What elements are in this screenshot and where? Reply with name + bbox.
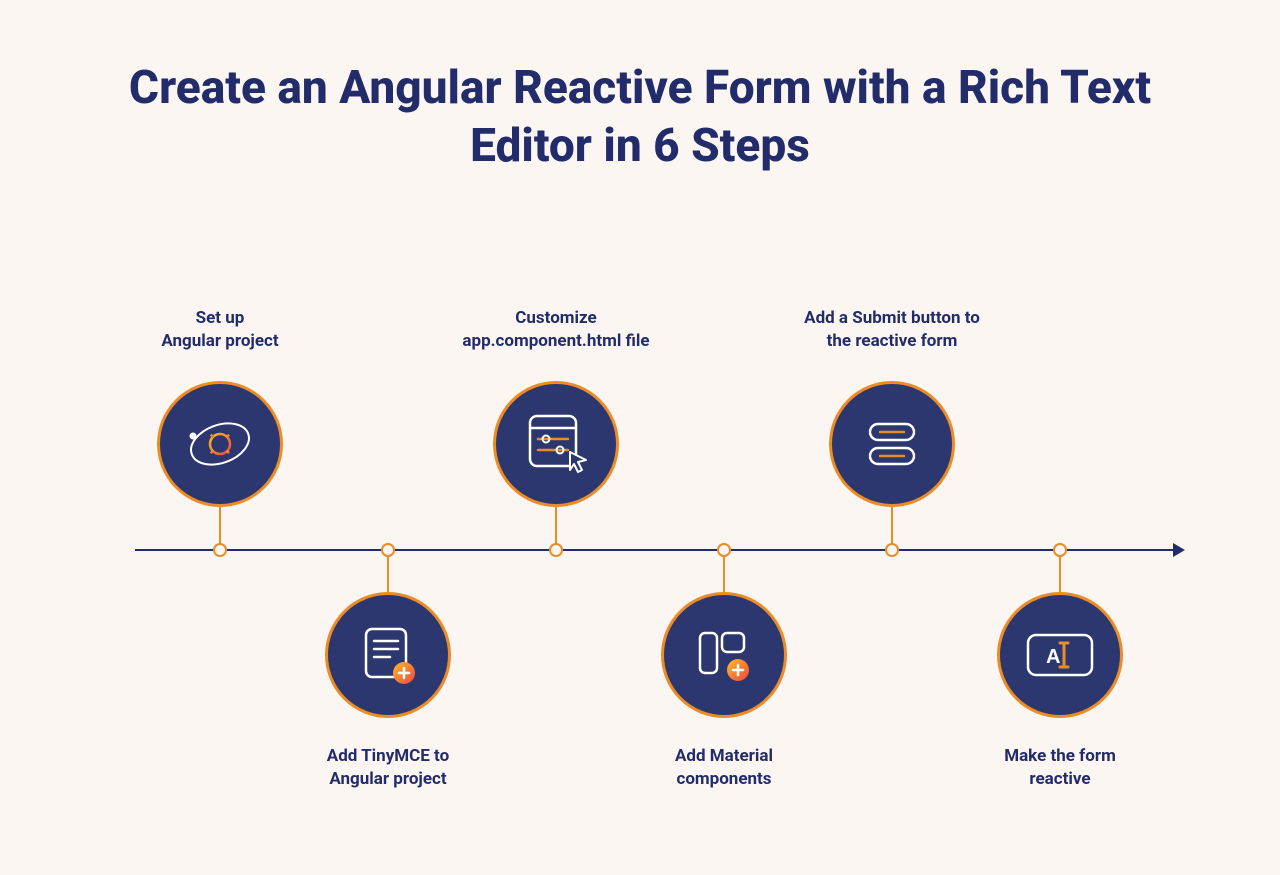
timeline-dot [213,543,227,557]
step-node-2 [325,592,451,718]
timeline-connector [723,555,725,593]
step-label-6: Make the formreactive [945,745,1175,791]
timeline-connector [1059,555,1061,593]
timeline-connector [555,507,557,545]
timeline-arrow-icon [1173,543,1185,557]
step-node-6: A [997,592,1123,718]
timeline-connector [891,507,893,545]
timeline-connector [219,507,221,545]
components-plus-icon [688,619,760,691]
step-node-3 [493,381,619,507]
step-node-4 [661,592,787,718]
step-label-4: Add Materialcomponents [609,745,839,791]
timeline-dot [549,543,563,557]
step-label-1: Set upAngular project [105,307,335,353]
buttons-icon [854,406,930,482]
step-label-5: Add a Submit button tothe reactive form [777,307,1007,353]
step-label-3: Customizeapp.component.html file [441,307,671,353]
timeline-dot [885,543,899,557]
timeline-connector [387,555,389,593]
settings-cursor-icon [518,406,594,482]
step-node-5 [829,381,955,507]
timeline: Set upAngular project Add TinyMCE toAngu… [0,0,1280,875]
gear-orbit-icon [184,408,256,480]
text-cursor-icon: A [1020,625,1100,685]
svg-text:A: A [1046,646,1060,668]
step-label-2: Add TinyMCE toAngular project [273,745,503,791]
timeline-axis [135,549,1180,551]
step-node-1 [157,381,283,507]
document-plus-icon [352,619,424,691]
